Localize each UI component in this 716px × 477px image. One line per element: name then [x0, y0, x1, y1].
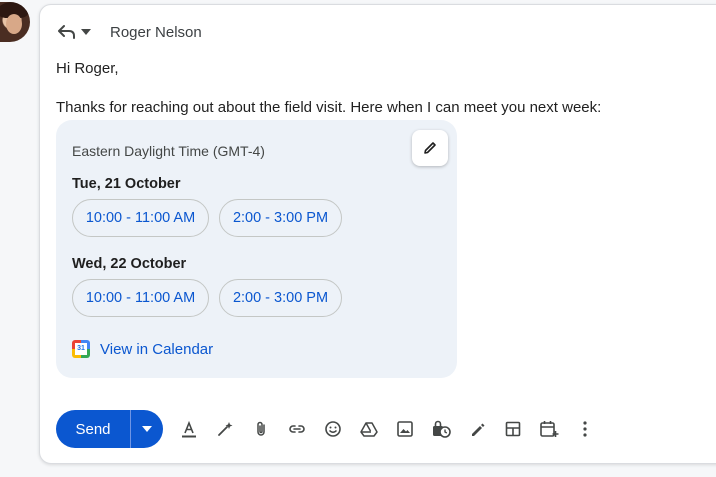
avatar-face [6, 14, 22, 34]
view-in-calendar-label: View in Calendar [100, 340, 214, 358]
caret-down-icon[interactable] [80, 23, 92, 41]
day-label: Wed, 22 October [72, 256, 187, 272]
send-options-button[interactable] [131, 410, 163, 448]
message-body: Thanks for reaching out about the field … [56, 99, 602, 116]
link-icon[interactable] [287, 419, 307, 439]
availability-card: Eastern Daylight Time (GMT-4) Tue, 21 Oc… [56, 120, 457, 378]
compose-header: Roger Nelson [58, 20, 202, 44]
pencil-icon [422, 140, 438, 156]
ai-write-icon[interactable] [215, 419, 235, 439]
avatar[interactable] [0, 2, 30, 42]
emoji-icon[interactable] [323, 419, 343, 439]
attach-icon[interactable] [251, 419, 271, 439]
send-button-group: Send [56, 410, 163, 448]
time-slot[interactable]: 10:00 - 11:00 AM [72, 199, 209, 237]
time-slot[interactable]: 2:00 - 3:00 PM [219, 199, 342, 237]
more-options-icon[interactable] [575, 419, 595, 439]
edit-availability-button[interactable] [412, 130, 448, 166]
timezone-label: Eastern Daylight Time (GMT-4) [72, 143, 265, 159]
signature-icon[interactable] [467, 419, 487, 439]
reply-icon[interactable] [58, 23, 76, 41]
caret-down-icon [142, 426, 152, 432]
formatting-icon[interactable] [179, 419, 199, 439]
calendar-icon-day: 31 [75, 343, 87, 355]
greeting-text: Hi Roger, [56, 60, 119, 77]
view-in-calendar-link[interactable]: 31 View in Calendar [72, 340, 213, 358]
photo-icon[interactable] [395, 419, 415, 439]
compose-card: Roger Nelson Hi Roger, Thanks for reachi… [39, 4, 716, 464]
recipient-name[interactable]: Roger Nelson [110, 24, 202, 41]
send-button[interactable]: Send [56, 410, 131, 448]
template-icon[interactable] [503, 419, 523, 439]
time-slot[interactable]: 10:00 - 11:00 AM [72, 279, 209, 317]
time-slot[interactable]: 2:00 - 3:00 PM [219, 279, 342, 317]
day-label: Tue, 21 October [72, 176, 181, 192]
confidential-icon[interactable] [431, 419, 451, 439]
drive-icon[interactable] [359, 419, 379, 439]
schedule-event-icon[interactable] [539, 419, 559, 439]
google-calendar-icon: 31 [72, 340, 90, 358]
compose-toolbar: Send [56, 410, 163, 448]
